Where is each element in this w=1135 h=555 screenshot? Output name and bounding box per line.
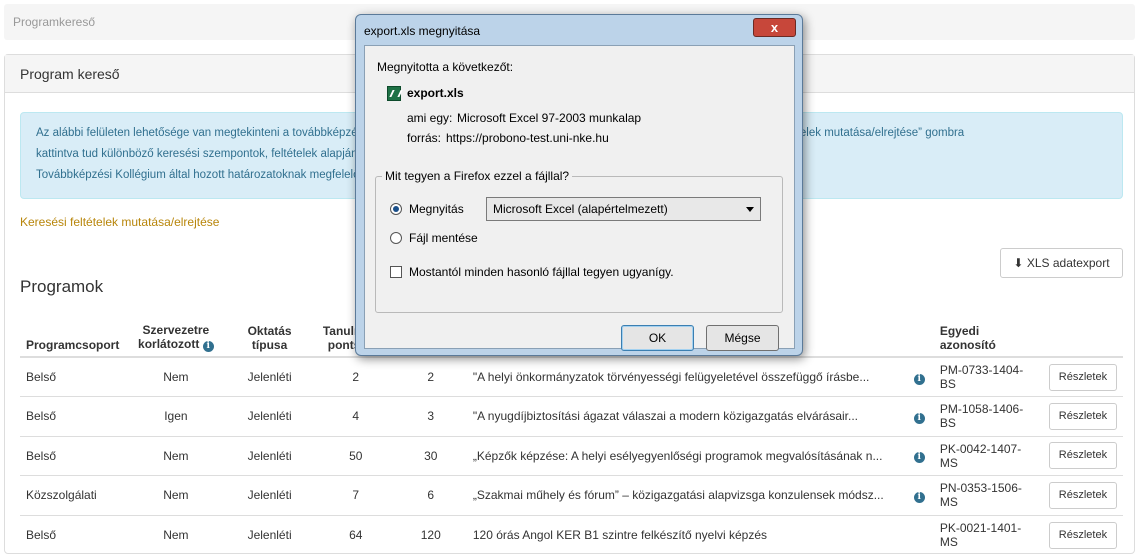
header-restricted[interactable]: Szervezetre korlátozott i: [129, 313, 223, 358]
cell-points: 4: [316, 396, 395, 436]
details-button[interactable]: Részletek: [1048, 481, 1117, 509]
cell-actions: Részletek: [1042, 514, 1123, 555]
cell-hours: 3: [394, 396, 467, 436]
xls-export-label: XLS adatexport: [1026, 256, 1110, 270]
info-icon[interactable]: i: [913, 412, 925, 424]
cell-id: PN-0353-1506-MS: [933, 475, 1043, 515]
excel-file-icon: [387, 86, 401, 101]
cell-info: i: [904, 435, 934, 476]
cell-actions: Részletek: [1042, 475, 1123, 515]
cell-hours: 2: [394, 356, 467, 397]
cell-group: Belső: [20, 396, 130, 436]
header-id[interactable]: Egyedi azonosító: [933, 313, 1043, 358]
cell-actions: Részletek: [1042, 435, 1123, 476]
cell-group: Közszolgálati: [20, 475, 130, 515]
dialog-body: Megnyitotta a következőt: export.xls ami…: [364, 45, 795, 351]
details-button[interactable]: Részletek: [1048, 521, 1117, 549]
header-restricted-line2: korlátozott: [138, 337, 200, 351]
cell-hours: 120: [394, 514, 467, 555]
remember-label[interactable]: Mostantól minden hasonló fájllal tegyen …: [409, 265, 674, 279]
open-option-label[interactable]: Megnyitás: [409, 202, 464, 216]
cell-title: 120 órás Angol KER B1 szintre felkészítő…: [466, 514, 905, 555]
table-row: Belső Nem Jelenléti 64 120 120 órás Angol KER…: [20, 514, 1123, 555]
cell-points: 7: [316, 475, 395, 515]
source-value: https://probono-test.uni-nke.hu: [446, 131, 609, 145]
groupbox-title: Mit tegyen a Firefox ezzel a fájllal?: [382, 169, 573, 183]
cell-title: „Képzők képzése: A helyi esélyegyenlőség…: [466, 435, 905, 476]
cell-type: Jelenléti: [222, 356, 317, 397]
cell-points: 50: [316, 435, 395, 476]
cell-type: Jelenléti: [222, 396, 317, 436]
table-row: Belső Igen Jelenléti 4 3 "A nyugdíjbiztosítás…: [20, 396, 1123, 436]
cell-type: Jelenléti: [222, 435, 317, 476]
source-label: forrás:: [407, 131, 442, 145]
cell-actions: Részletek: [1042, 396, 1123, 436]
cell-info: i: [904, 356, 934, 397]
header-restricted-line1: Szervezetre: [142, 323, 210, 337]
cell-restricted: Nem: [129, 435, 223, 476]
download-icon: ⬇: [1013, 256, 1024, 270]
type-label: ami egy:: [407, 111, 453, 125]
cell-restricted: Nem: [129, 475, 223, 515]
file-name: export.xls: [407, 86, 464, 100]
table-row: Belső Nem Jelenléti 2 2 "A helyi önkormányzat…: [20, 356, 1123, 397]
remember-checkbox[interactable]: [390, 266, 402, 278]
header-actions: [1042, 313, 1123, 358]
opened-label: Megnyitotta a következőt:: [377, 60, 514, 74]
header-group[interactable]: Programcsoport: [20, 313, 130, 358]
cell-points: 2: [316, 356, 395, 397]
info-icon[interactable]: i: [913, 452, 925, 464]
cell-id: PK-0042-1407-MS: [933, 435, 1043, 476]
cell-type: Jelenléti: [222, 514, 317, 555]
programs-title: Programok: [20, 277, 104, 296]
cell-restricted: Nem: [129, 514, 223, 555]
dialog-title: export.xls megnyitása: [364, 24, 481, 38]
cell-id: PM-0733-1404-BS: [933, 356, 1043, 397]
cell-actions: Részletek: [1042, 356, 1123, 397]
cell-hours: 30: [394, 435, 467, 476]
cell-points: 64: [316, 514, 395, 555]
cell-info: [904, 514, 934, 555]
info-icon[interactable]: i: [913, 373, 925, 385]
save-option-label[interactable]: Fájl mentése: [409, 231, 478, 245]
ok-button[interactable]: OK: [621, 325, 694, 351]
cell-restricted: Igen: [129, 396, 223, 436]
cell-title: "A nyugdíjbiztosítási ágazat válaszai a …: [466, 396, 905, 436]
cell-hours: 6: [394, 475, 467, 515]
cell-restricted: Nem: [129, 356, 223, 397]
cell-title: „Szakmai műhely és fórum” – közigazgatás…: [466, 475, 905, 515]
cell-group: Belső: [20, 435, 130, 476]
toggle-search-filters-link[interactable]: Keresési feltételek mutatása/elrejtése: [20, 215, 219, 229]
cell-info: i: [904, 396, 934, 436]
application-select[interactable]: Microsoft Excel (alapértelmezett): [486, 197, 761, 221]
header-info: [904, 313, 934, 358]
save-radio[interactable]: [390, 232, 402, 244]
cell-id: PM-1058-1406-BS: [933, 396, 1043, 436]
table-row: Belső Nem Jelenléti 50 30 „Képzők képzése: A …: [20, 435, 1123, 476]
application-select-value: Microsoft Excel (alapértelmezett): [493, 202, 668, 216]
open-radio[interactable]: [390, 203, 402, 215]
info-icon[interactable]: i: [913, 491, 925, 503]
xls-export-button[interactable]: ⬇ XLS adatexport: [1000, 248, 1123, 278]
cell-group: Belső: [20, 514, 130, 555]
table-row: Közszolgálati Nem Jelenléti 7 6 „Szakmai műhe…: [20, 475, 1123, 515]
details-button[interactable]: Részletek: [1048, 402, 1117, 430]
header-type[interactable]: Oktatás típusa: [222, 313, 317, 358]
cell-group: Belső: [20, 356, 130, 397]
cell-id: PK-0021-1401-MS: [933, 514, 1043, 555]
type-value: Microsoft Excel 97-2003 munkalap: [457, 111, 642, 125]
cell-type: Jelenléti: [222, 475, 317, 515]
open-file-dialog: export.xls megnyitása x Megnyitotta a kö…: [355, 14, 803, 356]
close-button[interactable]: x: [753, 18, 796, 37]
cancel-button[interactable]: Mégse: [706, 325, 779, 351]
cell-info: i: [904, 475, 934, 515]
details-button[interactable]: Részletek: [1048, 442, 1117, 470]
chevron-down-icon: [746, 207, 754, 212]
action-groupbox: Mit tegyen a Firefox ezzel a fájllal? Me…: [375, 169, 783, 313]
cell-title: "A helyi önkormányzatok törvényességi fe…: [466, 356, 905, 397]
details-button[interactable]: Részletek: [1048, 363, 1117, 391]
info-icon[interactable]: i: [202, 341, 214, 352]
